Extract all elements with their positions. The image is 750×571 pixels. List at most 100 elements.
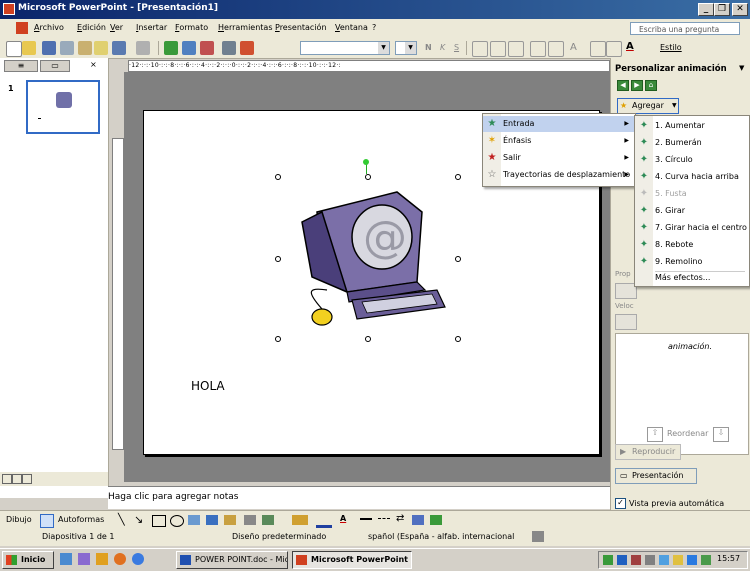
underline-icon[interactable]: S [454, 43, 459, 52]
resize-handle[interactable] [275, 256, 281, 262]
open-icon[interactable] [22, 41, 36, 55]
taskbar-word-doc[interactable]: POWER POINT.doc - Micr... [176, 551, 288, 569]
color-icon[interactable] [240, 41, 254, 55]
numbering-icon[interactable] [530, 41, 546, 57]
resize-handle[interactable] [455, 174, 461, 180]
shadow-icon[interactable] [412, 515, 424, 525]
italic-icon[interactable]: K [440, 43, 445, 52]
resize-handle[interactable] [455, 256, 461, 262]
menu-item-entrada[interactable]: ★ Entrada ▶ [483, 116, 635, 132]
play-button[interactable]: ▶ Reproducir [615, 444, 681, 460]
restore-button[interactable]: ❐ [714, 3, 730, 16]
diagram-icon[interactable] [224, 515, 236, 525]
quicklaunch-icon[interactable] [96, 553, 108, 565]
start-button[interactable]: Inicio [2, 551, 54, 569]
line-icon[interactable]: ╲ [118, 513, 125, 526]
textbox-icon[interactable] [188, 515, 200, 525]
menu-insertar[interactable]: Insertar [136, 23, 167, 32]
powerpoint-app-icon[interactable] [3, 3, 15, 15]
effect-curva-hacia-arriba[interactable]: ✦ 4. Curva hacia arriba [635, 169, 749, 185]
quicklaunch-icon[interactable] [78, 553, 90, 565]
more-effects[interactable]: Más efectos... [635, 270, 749, 286]
effect-girar[interactable]: ✦ 6. Girar [635, 203, 749, 219]
menu-ver[interactable]: Ver [110, 23, 123, 32]
font-color-icon[interactable]: A [626, 41, 634, 52]
task-pane-dropdown-icon[interactable]: ▼ [739, 64, 744, 72]
clipart-icon[interactable] [244, 515, 256, 525]
effect-fusta[interactable]: ✦ 5. Fusta [635, 186, 749, 202]
slideshow-view-icon[interactable] [22, 474, 32, 484]
slideshow-button[interactable]: ▭ Presentación [615, 468, 697, 484]
menu-archivo[interactable]: Archivo [34, 23, 64, 32]
slides-tab[interactable]: ▭ [40, 60, 70, 72]
menu-item-enfasis[interactable]: ✶ Énfasis ▶ [483, 133, 635, 149]
indent-increase-icon[interactable] [606, 41, 622, 57]
font-name-combo[interactable]: ▼ [300, 41, 390, 55]
bold-icon[interactable]: N [425, 43, 432, 52]
menu-item-trayectorias[interactable]: ☆ Trayectorias de desplazamiento ▶ [483, 167, 635, 183]
tray-icon[interactable] [701, 555, 711, 565]
draw-menu[interactable]: Dibujo [6, 515, 32, 524]
sorter-view-icon[interactable] [12, 474, 22, 484]
menu-edicion[interactable]: Edición [77, 23, 106, 32]
firefox-icon[interactable] [114, 553, 126, 565]
tray-icon[interactable] [645, 555, 655, 565]
spelling-icon[interactable] [532, 531, 544, 542]
close-pane-icon[interactable]: × [90, 60, 97, 69]
align-left-icon[interactable] [472, 41, 488, 57]
dash-style-icon[interactable] [378, 518, 390, 520]
minimize-button[interactable]: _ [698, 3, 714, 16]
picture-icon[interactable] [262, 515, 274, 525]
rotate-handle[interactable] [363, 159, 369, 165]
tray-icon[interactable] [631, 555, 641, 565]
paste-icon[interactable] [78, 41, 92, 55]
fill-color-icon[interactable] [292, 515, 308, 525]
effect-girar-hacia-el-centro[interactable]: ✦ 7. Girar hacia el centro [635, 220, 749, 236]
move-up-icon[interactable]: ⇧ [647, 427, 663, 442]
tray-icon[interactable] [673, 555, 683, 565]
arrow-icon[interactable]: ↘ [134, 513, 143, 526]
font-color-icon[interactable]: A [340, 514, 346, 523]
line-style-icon[interactable] [360, 518, 372, 520]
close-button[interactable]: ✕ [732, 3, 748, 16]
wordart-icon[interactable] [206, 515, 218, 525]
align-center-icon[interactable] [490, 41, 506, 57]
resize-handle[interactable] [365, 174, 371, 180]
slide-text-hola[interactable]: HOLA [191, 379, 225, 393]
arrow-style-icon[interactable]: ⇄ [396, 513, 404, 524]
effect-bumeran[interactable]: ✦ 2. Bumerán [635, 135, 749, 151]
undo-icon[interactable] [112, 41, 126, 55]
clipart-selection[interactable]: @ [275, 159, 461, 342]
notes-pane[interactable]: Haga clic para agregar notas [108, 486, 612, 509]
document-icon[interactable] [16, 22, 28, 34]
back-icon[interactable]: ◀ [617, 80, 629, 91]
insert-chart-icon[interactable] [164, 41, 178, 55]
show-desktop-icon[interactable] [60, 553, 72, 565]
grid-icon[interactable] [222, 41, 236, 55]
new-icon[interactable] [6, 41, 22, 57]
taskbar-powerpoint[interactable]: Microsoft PowerPoint ... [292, 551, 412, 569]
bullets-icon[interactable] [548, 41, 564, 57]
tray-icon[interactable] [603, 555, 613, 565]
outline-tab[interactable]: ≡ [4, 60, 38, 72]
add-effect-button[interactable]: ★ Agregar efecto ▼ [617, 98, 679, 124]
effect-rebote[interactable]: ✦ 8. Rebote [635, 237, 749, 253]
slide-thumbnail[interactable] [26, 80, 100, 134]
redo-icon[interactable] [136, 41, 150, 55]
move-down-icon[interactable]: ⇩ [713, 427, 729, 442]
effect-circulo[interactable]: ✦ 3. Círculo [635, 152, 749, 168]
ask-question-box[interactable]: Escriba una pregunta [630, 22, 740, 35]
tray-icon[interactable] [617, 555, 627, 565]
tray-icon[interactable] [687, 555, 697, 565]
insert-table-icon[interactable] [182, 41, 196, 55]
autoshapes-menu[interactable]: Autoformas [58, 515, 104, 524]
menu-help[interactable]: ? [372, 23, 376, 32]
select-pointer-icon[interactable] [40, 514, 54, 528]
insert-image-icon[interactable] [200, 41, 214, 55]
resize-handle[interactable] [275, 336, 281, 342]
resize-handle[interactable] [455, 336, 461, 342]
print-icon[interactable] [60, 41, 74, 55]
ie-icon[interactable] [132, 553, 144, 565]
resize-handle[interactable] [365, 336, 371, 342]
autopreview-checkbox[interactable]: ✓ [615, 498, 626, 509]
